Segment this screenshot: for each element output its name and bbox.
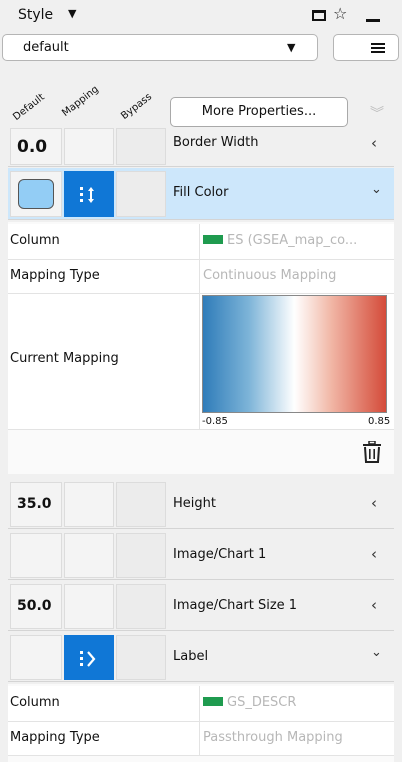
column-header-mapping: Mapping [60, 83, 101, 119]
chevron-down-icon: ▼ [287, 41, 296, 54]
property-label: Height [173, 496, 216, 511]
property-row-label[interactable]: Label ⌄ [8, 632, 394, 682]
mapping-type-value: Continuous Mapping [203, 268, 337, 283]
mapping-type-value: Passthrough Mapping [203, 730, 343, 745]
mapping-cell[interactable] [64, 128, 114, 165]
default-value-cell[interactable] [10, 171, 62, 217]
mapping-cell[interactable] [64, 482, 114, 527]
passthrough-mapping-icon [80, 651, 96, 667]
mapping-column-value: GS_DESCR [227, 695, 297, 710]
mapping-type-row[interactable]: Mapping Type Passthrough Mapping [8, 722, 394, 756]
mapping-cell[interactable] [64, 635, 114, 680]
minimize-icon[interactable] [366, 19, 380, 22]
property-row-image-chart-size-1[interactable]: 50.0 Image/Chart Size 1 ‹ [8, 581, 394, 631]
default-value-cell[interactable] [10, 533, 62, 578]
style-dropdown[interactable]: default ▼ [2, 34, 318, 61]
chevron-left-icon[interactable]: ‹ [371, 494, 377, 512]
column-header-default: Default [11, 91, 47, 123]
property-label: Image/Chart Size 1 [173, 598, 298, 613]
more-properties-button[interactable]: More Properties... [170, 97, 348, 127]
bypass-cell[interactable] [116, 482, 166, 527]
property-label: Label [173, 649, 209, 664]
maximize-icon[interactable] [312, 10, 326, 21]
property-row-height[interactable]: 35.0 Height ‹ [8, 479, 394, 529]
default-value-cell[interactable]: 35.0 [10, 482, 62, 527]
gradient-max-label: 0.85 [368, 416, 391, 427]
hamburger-icon [371, 43, 385, 53]
mapping-cell[interactable] [64, 171, 114, 217]
property-row-fill-color[interactable]: Fill Color ⌄ [8, 168, 394, 220]
title-dropdown-icon[interactable]: ▼ [68, 7, 76, 20]
collapse-all-icon[interactable]: ︾ [370, 103, 384, 123]
bypass-cell[interactable] [116, 635, 166, 680]
column-type-icon [203, 697, 223, 706]
mapping-type-row[interactable]: Mapping Type Continuous Mapping [8, 260, 394, 294]
default-value-cell[interactable] [10, 635, 62, 680]
bypass-cell[interactable] [116, 533, 166, 578]
label-mapping-panel: Column GS_DESCR Mapping Type Passthrough… [8, 684, 394, 762]
gradient-min-label: -0.85 [202, 416, 228, 427]
property-label: Image/Chart 1 [173, 547, 267, 562]
chevron-left-icon[interactable]: ‹ [371, 596, 377, 614]
bypass-cell[interactable] [116, 128, 166, 165]
continuous-mapping-gradient[interactable] [202, 295, 387, 413]
mapping-cell[interactable] [64, 533, 114, 578]
mapping-column-row[interactable]: Column GS_DESCR [8, 686, 394, 722]
style-panel-header: Style ▼ ☆ [0, 0, 402, 30]
chevron-down-icon[interactable]: ⌄ [371, 645, 382, 660]
delete-mapping-icon[interactable] [362, 441, 382, 463]
property-label: Border Width [173, 135, 259, 150]
default-value-cell[interactable]: 50.0 [10, 584, 62, 629]
property-label: Fill Color [173, 185, 229, 200]
bypass-cell[interactable] [116, 171, 166, 217]
style-options-button[interactable] [333, 34, 399, 61]
mapping-column-value: ES (GSEA_map_co... [227, 233, 358, 248]
panel-title[interactable]: Style [18, 7, 53, 23]
column-type-icon [203, 235, 223, 244]
chevron-left-icon[interactable]: ‹ [371, 134, 377, 152]
bypass-cell[interactable] [116, 584, 166, 629]
property-row-border-width[interactable]: 0.0 Border Width ‹ [8, 127, 394, 167]
pin-icon[interactable]: ☆ [333, 4, 347, 23]
fill-color-swatch [18, 179, 54, 209]
default-value-cell[interactable]: 0.0 [10, 128, 62, 165]
continuous-mapping-icon [80, 187, 94, 203]
column-header-bypass: Bypass [119, 91, 155, 122]
property-row-image-chart-1[interactable]: Image/Chart 1 ‹ [8, 530, 394, 580]
chevron-down-icon[interactable]: ⌄ [371, 182, 382, 197]
mapping-cell[interactable] [64, 584, 114, 629]
style-dropdown-value: default [23, 40, 69, 55]
chevron-left-icon[interactable]: ‹ [371, 545, 377, 563]
mapping-column-row[interactable]: Column ES (GSEA_map_co... [8, 224, 394, 260]
